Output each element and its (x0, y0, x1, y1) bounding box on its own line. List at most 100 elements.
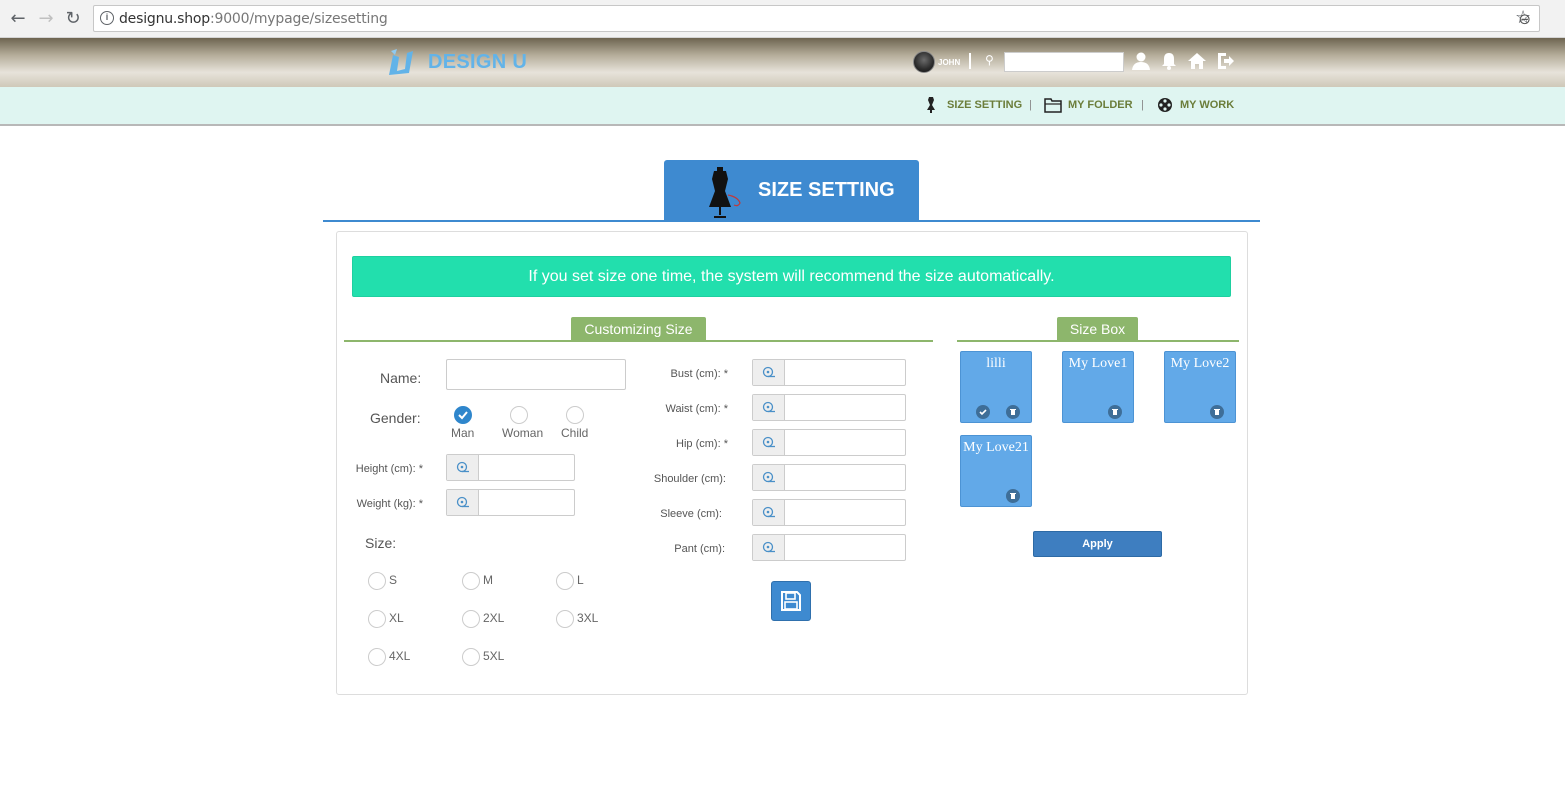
size-4xl-label: 4XL (389, 649, 411, 663)
url-text: designu.shop:9000/mypage/sizesetting (119, 11, 388, 27)
browser-toolbar: ← → ↻ i designu.shop:9000/mypage/sizeset… (0, 0, 1565, 38)
ruler-addon (753, 465, 785, 490)
info-icon[interactable]: i (100, 11, 114, 25)
username[interactable]: JOHN (938, 58, 960, 67)
name-input[interactable] (446, 359, 626, 390)
size-xl-label: XL (389, 611, 404, 625)
tape-measure-icon (456, 461, 469, 473)
pant-label: Pant (cm): (674, 543, 725, 555)
logo-text[interactable]: DESIGN U (428, 51, 527, 74)
nav-separator: | (1029, 99, 1032, 111)
nav-separator: | (1141, 99, 1144, 111)
dress-form-icon (927, 97, 935, 113)
sizebox-card[interactable]: lilli (960, 351, 1032, 423)
nav-size-setting[interactable]: SIZE SETTING (947, 99, 1022, 111)
size-5xl-radio[interactable] (462, 648, 480, 666)
ruler-addon (753, 430, 785, 455)
size-5xl-label: 5XL (483, 649, 505, 663)
size-2xl-radio[interactable] (462, 610, 480, 628)
back-arrow-icon[interactable]: ← (8, 9, 28, 29)
size-l-label: L (577, 573, 584, 587)
weight-field[interactable] (446, 489, 575, 516)
size-l-radio[interactable] (556, 572, 574, 590)
sizebox-name: My Love21 (963, 440, 1029, 455)
ruler-addon (753, 535, 785, 560)
address-bar[interactable]: i designu.shop:9000/mypage/sizesetting ⊖ (93, 5, 1540, 32)
search-icon: ⚲ (985, 53, 994, 67)
tape-measure-icon (762, 541, 775, 553)
tape-measure-icon (762, 401, 775, 413)
height-label: Height (cm): * (355, 463, 423, 475)
bell-icon[interactable] (1159, 51, 1179, 71)
gender-child-radio[interactable] (566, 406, 584, 424)
check-icon[interactable] (976, 405, 990, 419)
nav-my-work[interactable]: MY WORK (1180, 99, 1234, 111)
forward-arrow-icon[interactable]: → (36, 9, 56, 29)
pant-field[interactable] (752, 534, 906, 561)
bookmark-star-icon[interactable]: ☆ (1515, 7, 1531, 28)
customizing-size-label: Customizing Size (571, 317, 706, 342)
save-button[interactable] (771, 581, 811, 621)
apply-button[interactable]: Apply (1033, 531, 1162, 557)
nav-my-folder[interactable]: MY FOLDER (1068, 99, 1133, 111)
gender-woman-label: Woman (502, 426, 544, 440)
sleeve-label: Sleeve (cm): (660, 508, 722, 520)
tape-measure-icon (456, 496, 469, 508)
size-xl-radio[interactable] (368, 610, 386, 628)
logout-icon[interactable] (1215, 51, 1235, 71)
search-input[interactable] (1004, 52, 1124, 72)
user-icon[interactable] (1131, 51, 1151, 71)
size-box-label: Size Box (1057, 317, 1138, 342)
size-3xl-label: 3XL (577, 611, 599, 625)
sizebox-name: My Love1 (1068, 356, 1128, 371)
size-s-radio[interactable] (368, 572, 386, 590)
floppy-disk-icon (781, 591, 801, 611)
header-divider (969, 53, 971, 69)
waist-label: Waist (cm): * (665, 403, 728, 415)
weight-label: Weight (kg): * (356, 498, 423, 510)
trash-icon[interactable] (1210, 405, 1224, 419)
tape-measure-icon (762, 506, 775, 518)
sleeve-field[interactable] (752, 499, 906, 526)
gender-man-radio[interactable] (454, 406, 472, 424)
film-reel-icon (1158, 98, 1172, 112)
sizebox-card[interactable]: My Love1 (1062, 351, 1134, 423)
tape-measure-icon (762, 436, 775, 448)
height-field[interactable] (446, 454, 575, 481)
avatar[interactable] (913, 51, 935, 73)
size-3xl-radio[interactable] (556, 610, 574, 628)
shoulder-field[interactable] (752, 464, 906, 491)
size-label: Size: (365, 535, 397, 551)
gender-child-label: Child (561, 426, 589, 440)
site-header: DESIGN U JOHN ⚲ (0, 38, 1565, 87)
name-label: Name: (380, 370, 422, 386)
ruler-addon (753, 360, 785, 385)
sizebox-card[interactable]: My Love21 (960, 435, 1032, 507)
home-icon[interactable] (1187, 51, 1207, 71)
size-m-radio[interactable] (462, 572, 480, 590)
gender-woman-radio[interactable] (510, 406, 528, 424)
gender-label: Gender: (370, 410, 421, 426)
trash-icon[interactable] (1006, 405, 1020, 419)
bust-label: Bust (cm): * (670, 368, 728, 380)
bust-field[interactable] (752, 359, 906, 386)
dress-form-icon (709, 167, 741, 218)
trash-icon[interactable] (1108, 405, 1122, 419)
size-4xl-radio[interactable] (368, 648, 386, 666)
tape-measure-icon (762, 366, 775, 378)
logo-icon[interactable] (385, 47, 417, 77)
hip-field[interactable] (752, 429, 906, 456)
ruler-addon (447, 490, 479, 515)
ruler-addon (447, 455, 479, 480)
size-s-label: S (389, 573, 398, 587)
sizebox-card[interactable]: My Love2 (1164, 351, 1236, 423)
ruler-addon (753, 395, 785, 420)
size-2xl-label: 2XL (483, 611, 505, 625)
sizebox-name: lilli (986, 356, 1006, 371)
title-underline (323, 220, 1260, 222)
reload-icon[interactable]: ↻ (63, 9, 83, 29)
waist-field[interactable] (752, 394, 906, 421)
gender-man-label: Man (451, 426, 475, 440)
trash-icon[interactable] (1006, 489, 1020, 503)
notice-banner: If you set size one time, the system wil… (352, 256, 1231, 297)
